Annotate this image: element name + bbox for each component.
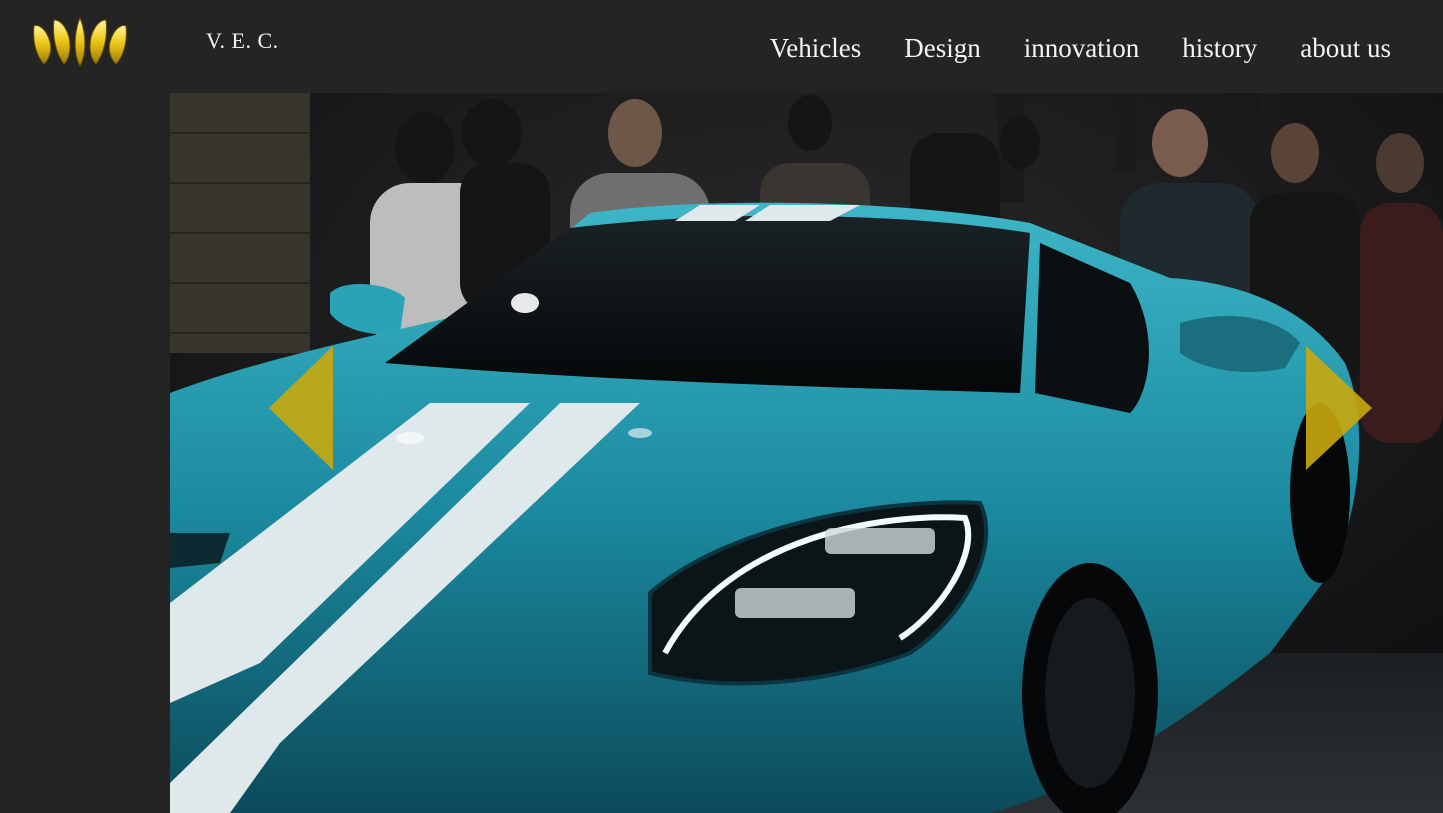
hero-carousel-image [170, 93, 1443, 813]
page: V. E. C. Vehicles Design innovation hist… [0, 0, 1443, 813]
car-photo [170, 93, 1443, 813]
crown-logo-icon[interactable] [28, 14, 132, 68]
carousel-prev-arrow-icon[interactable] [269, 346, 333, 470]
brand-name: V. E. C. [206, 28, 279, 53]
nav-item-innovation[interactable]: innovation [1024, 33, 1140, 64]
nav-item-design[interactable]: Design [904, 33, 981, 64]
nav-item-about-us[interactable]: about us [1300, 33, 1391, 64]
nav-item-vehicles[interactable]: Vehicles [770, 33, 861, 64]
main-nav: Vehicles Design innovation history about… [770, 33, 1391, 64]
nav-item-history[interactable]: history [1182, 33, 1257, 64]
header: V. E. C. Vehicles Design innovation hist… [0, 0, 1443, 92]
carousel-next-arrow-icon[interactable] [1306, 346, 1372, 470]
